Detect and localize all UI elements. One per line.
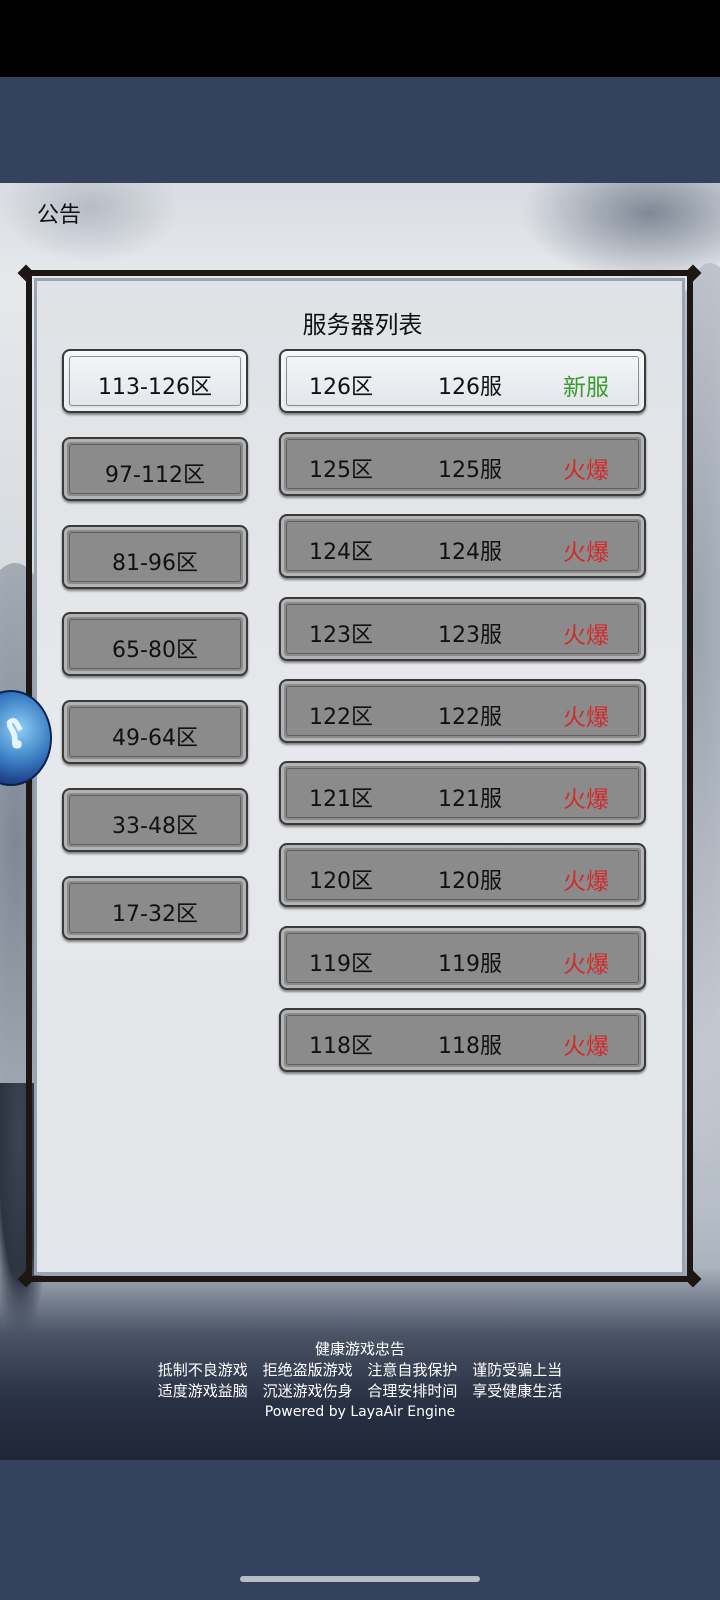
server-name: 118服 xyxy=(438,1034,502,1059)
health-notice-line: 适度游戏益脑 沉迷游戏伤身 合理安排时间 享受健康生活 xyxy=(0,1381,720,1402)
server-zone: 121区 xyxy=(309,787,373,812)
health-phrase: 注意自我保护 xyxy=(367,1361,458,1379)
health-phrase: 谨防受骗上当 xyxy=(472,1361,563,1379)
server-zone: 125区 xyxy=(309,458,373,483)
server-button[interactable]: 121区 121服 火爆 xyxy=(279,761,646,825)
server-name: 122服 xyxy=(438,705,502,730)
zone-label: 49-64区 xyxy=(112,726,198,751)
scroll-rod-top xyxy=(26,270,693,276)
server-button[interactable]: 124区 124服 火爆 xyxy=(279,514,646,578)
health-notice-title: 健康游戏忠告 xyxy=(314,1340,405,1358)
health-phrase: 适度游戏益脑 xyxy=(157,1382,248,1400)
server-button[interactable]: 126区 126服 新服 xyxy=(279,349,646,413)
server-button[interactable]: 120区 120服 火爆 xyxy=(279,843,646,907)
zone-label: 97-112区 xyxy=(105,463,205,488)
health-phrase: 抵制不良游戏 xyxy=(157,1361,248,1379)
zone-label: 113-126区 xyxy=(98,375,212,400)
server-status: 火爆 xyxy=(563,540,609,566)
panel-title: 服务器列表 xyxy=(302,311,423,339)
health-notice-line: 抵制不良游戏 拒绝盗版游戏 注意自我保护 谨防受骗上当 xyxy=(0,1360,720,1381)
server-status: 火爆 xyxy=(563,705,609,731)
server-zone: 124区 xyxy=(309,540,373,565)
zone-label: 17-32区 xyxy=(112,902,198,927)
health-phrase: 享受健康生活 xyxy=(472,1382,563,1400)
server-zone: 119区 xyxy=(309,952,373,977)
server-button[interactable]: 125区 125服 火爆 xyxy=(279,432,646,496)
server-status: 火爆 xyxy=(563,869,609,895)
ink-mountain xyxy=(0,183,180,263)
server-status: 火爆 xyxy=(563,623,609,649)
server-zone: 126区 xyxy=(309,375,373,400)
zone-button[interactable]: 113-126区 xyxy=(62,349,248,413)
zone-label: 81-96区 xyxy=(112,551,198,576)
server-button[interactable]: 123区 123服 火爆 xyxy=(279,597,646,661)
health-phrase: 沉迷游戏伤身 xyxy=(262,1382,353,1400)
server-button[interactable]: 118区 118服 火爆 xyxy=(279,1008,646,1072)
server-name: 126服 xyxy=(438,375,502,400)
zone-button[interactable]: 65-80区 xyxy=(62,612,248,676)
home-indicator[interactable] xyxy=(240,1576,480,1582)
zone-button[interactable]: 17-32区 xyxy=(62,876,248,940)
server-button[interactable]: 119区 119服 火爆 xyxy=(279,926,646,990)
server-status: 新服 xyxy=(563,375,609,401)
top-band xyxy=(0,77,720,183)
server-name: 123服 xyxy=(438,623,502,648)
zone-button[interactable]: 81-96区 xyxy=(62,525,248,589)
server-zone: 123区 xyxy=(309,623,373,648)
server-zone: 118区 xyxy=(309,1034,373,1059)
swirl-glyph: ໂ xyxy=(8,718,25,756)
server-status: 火爆 xyxy=(563,952,609,978)
server-name: 125服 xyxy=(438,458,502,483)
server-name: 121服 xyxy=(438,787,502,812)
zone-label: 65-80区 xyxy=(112,638,198,663)
server-zone: 120区 xyxy=(309,869,373,894)
scroll-rod-bottom xyxy=(26,1276,693,1282)
health-phrase: 拒绝盗版游戏 xyxy=(262,1361,353,1379)
zone-button[interactable]: 97-112区 xyxy=(62,437,248,501)
engine-credit: Powered by LayaAir Engine xyxy=(264,1404,456,1420)
server-status: 火爆 xyxy=(563,787,609,813)
zone-button[interactable]: 49-64区 xyxy=(62,700,248,764)
server-status: 火爆 xyxy=(563,458,609,484)
server-name: 124服 xyxy=(438,540,502,565)
server-button[interactable]: 122区 122服 火爆 xyxy=(279,679,646,743)
server-name: 119服 xyxy=(438,952,502,977)
health-phrase: 合理安排时间 xyxy=(367,1382,458,1400)
status-bar xyxy=(0,0,720,77)
notice-button[interactable]: 公告 xyxy=(37,197,81,229)
server-zone: 122区 xyxy=(309,705,373,730)
server-status: 火爆 xyxy=(563,1034,609,1060)
zone-button[interactable]: 33-48区 xyxy=(62,788,248,852)
zone-label: 33-48区 xyxy=(112,814,198,839)
scroll-rod-right xyxy=(687,270,693,1282)
server-name: 120服 xyxy=(438,869,502,894)
